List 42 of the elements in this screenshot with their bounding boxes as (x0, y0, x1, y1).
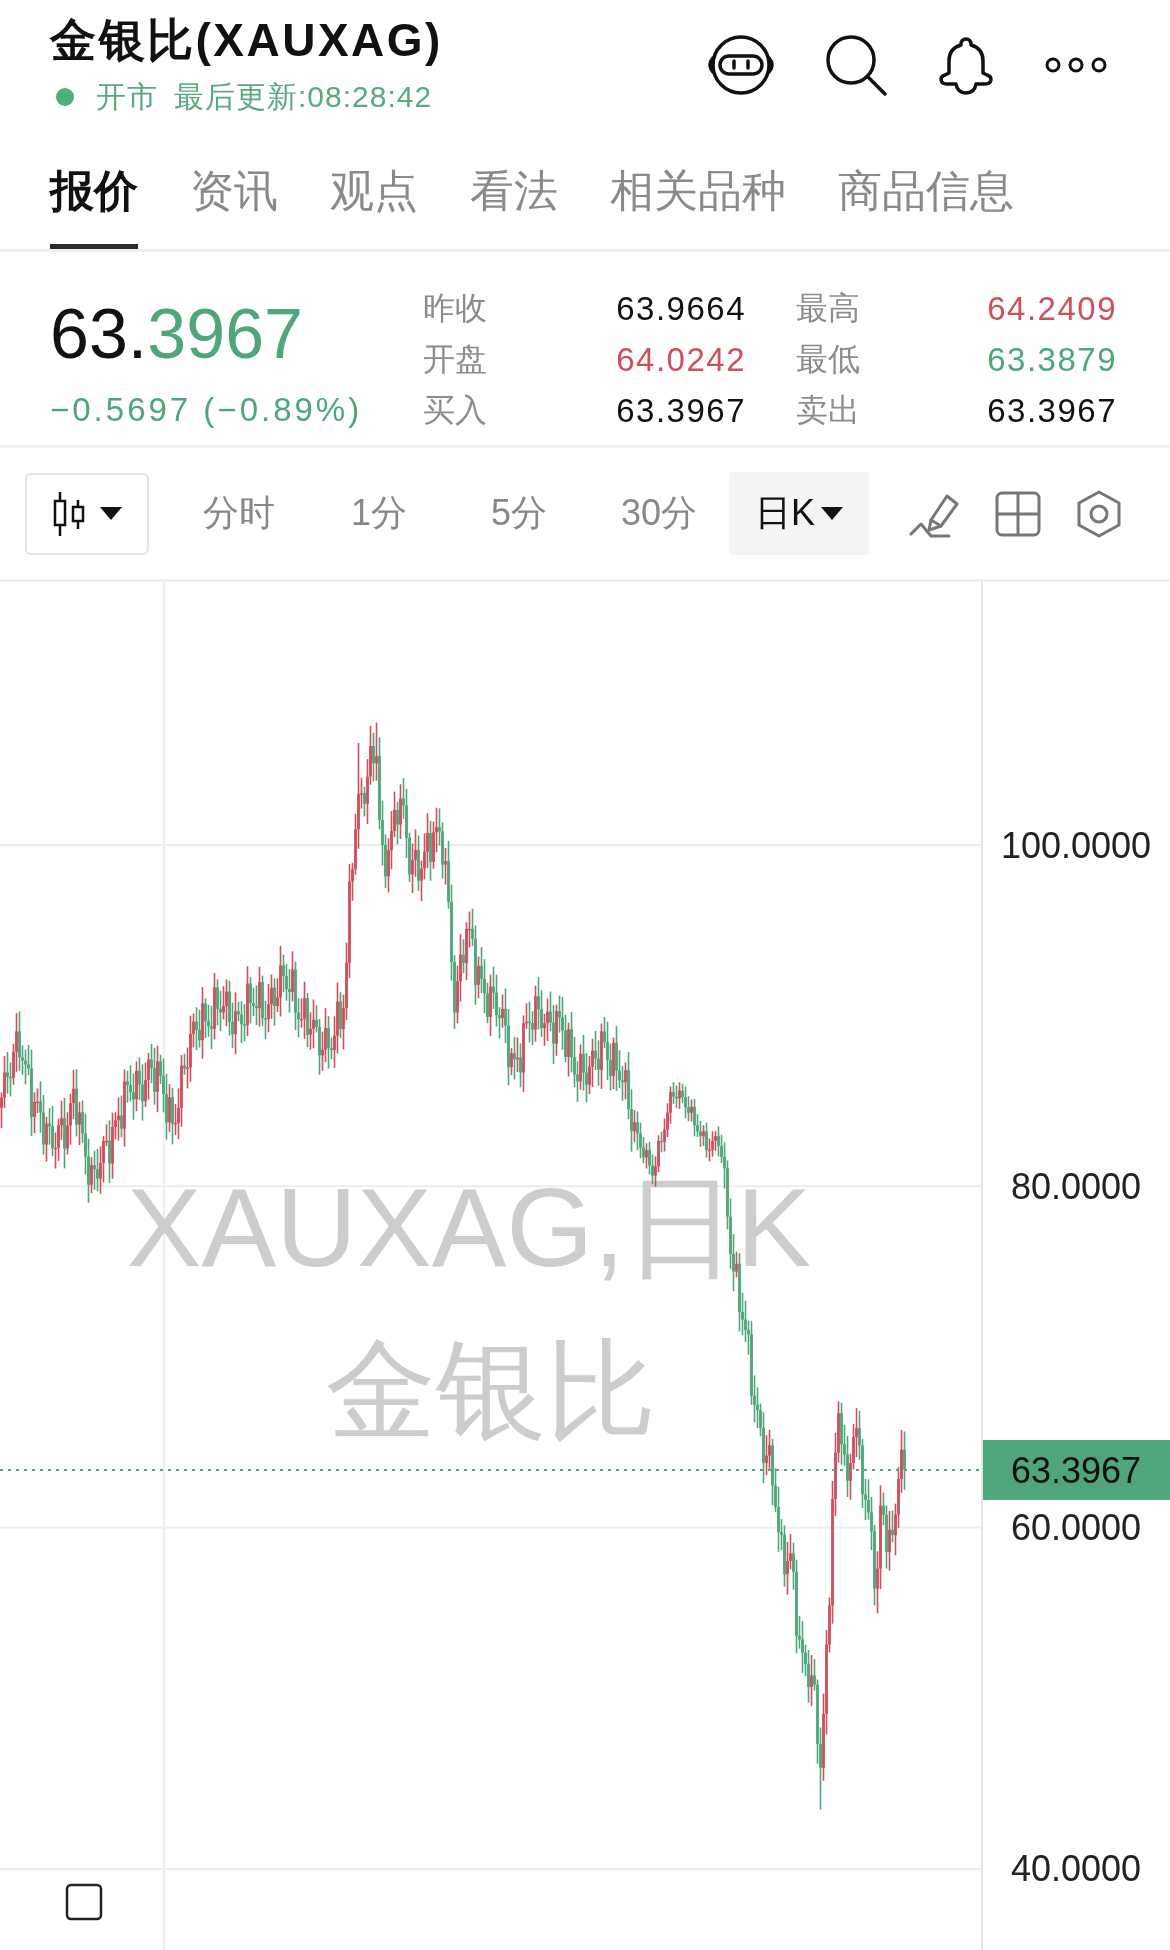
last-price-tag: 63.3967 (983, 1440, 1170, 1500)
tab[interactable]: 看法 (470, 166, 558, 249)
stat-value: 63.9664 (616, 289, 746, 328)
more-icon[interactable] (1045, 57, 1107, 73)
stat-value: 63.3967 (616, 391, 746, 430)
grid-icon[interactable] (995, 490, 1041, 537)
stat-label: 最低 (796, 339, 860, 379)
caret-down-icon (100, 507, 122, 520)
search-icon[interactable] (825, 34, 887, 96)
interval-tab[interactable]: 日K (729, 472, 869, 555)
price-change: −0.5697 (−0.89%) (50, 390, 363, 430)
last-update-time: 最后更新:08:28:42 (174, 79, 433, 115)
settings-icon[interactable] (1077, 489, 1121, 538)
tab[interactable]: 观点 (330, 166, 418, 249)
chart-type-dropdown[interactable] (25, 472, 149, 555)
interval-tab[interactable]: 5分 (449, 472, 589, 555)
page-title: 金银比(XAUXAG) (50, 14, 443, 66)
stat-label: 昨收 (423, 288, 487, 328)
stat-label: 买入 (423, 390, 487, 430)
axis-tick-label: 100.0000 (1000, 824, 1152, 866)
robot-face-icon[interactable] (705, 34, 777, 96)
tab[interactable]: 商品信息 (838, 166, 1014, 249)
stat-label: 最高 (796, 288, 860, 328)
tab[interactable]: 资讯 (190, 166, 278, 249)
interval-tab[interactable]: 分时 (169, 472, 309, 555)
stat-value: 63.3879 (987, 340, 1117, 379)
stat-label: 开盘 (423, 339, 487, 379)
axis-tick-label: 40.0000 (1010, 1848, 1142, 1890)
market-status: 开市 (96, 79, 158, 115)
stat-value: 64.2409 (987, 289, 1117, 328)
stat-value: 64.0242 (616, 340, 746, 379)
stat-value: 63.3967 (987, 391, 1117, 430)
interval-tab[interactable]: 1分 (309, 472, 449, 555)
tab[interactable]: 相关品种 (610, 166, 786, 249)
axis-tick-label: 80.0000 (1010, 1165, 1142, 1207)
square-icon[interactable] (65, 1883, 103, 1921)
axis-tick-label: 60.0000 (1010, 1507, 1142, 1549)
candlestick-icon (52, 490, 86, 537)
stat-label: 卖出 (796, 390, 860, 430)
tab[interactable]: 报价 (50, 166, 138, 249)
interval-tab[interactable]: 30分 (589, 472, 729, 555)
last-price: 63.3967 (50, 298, 304, 370)
